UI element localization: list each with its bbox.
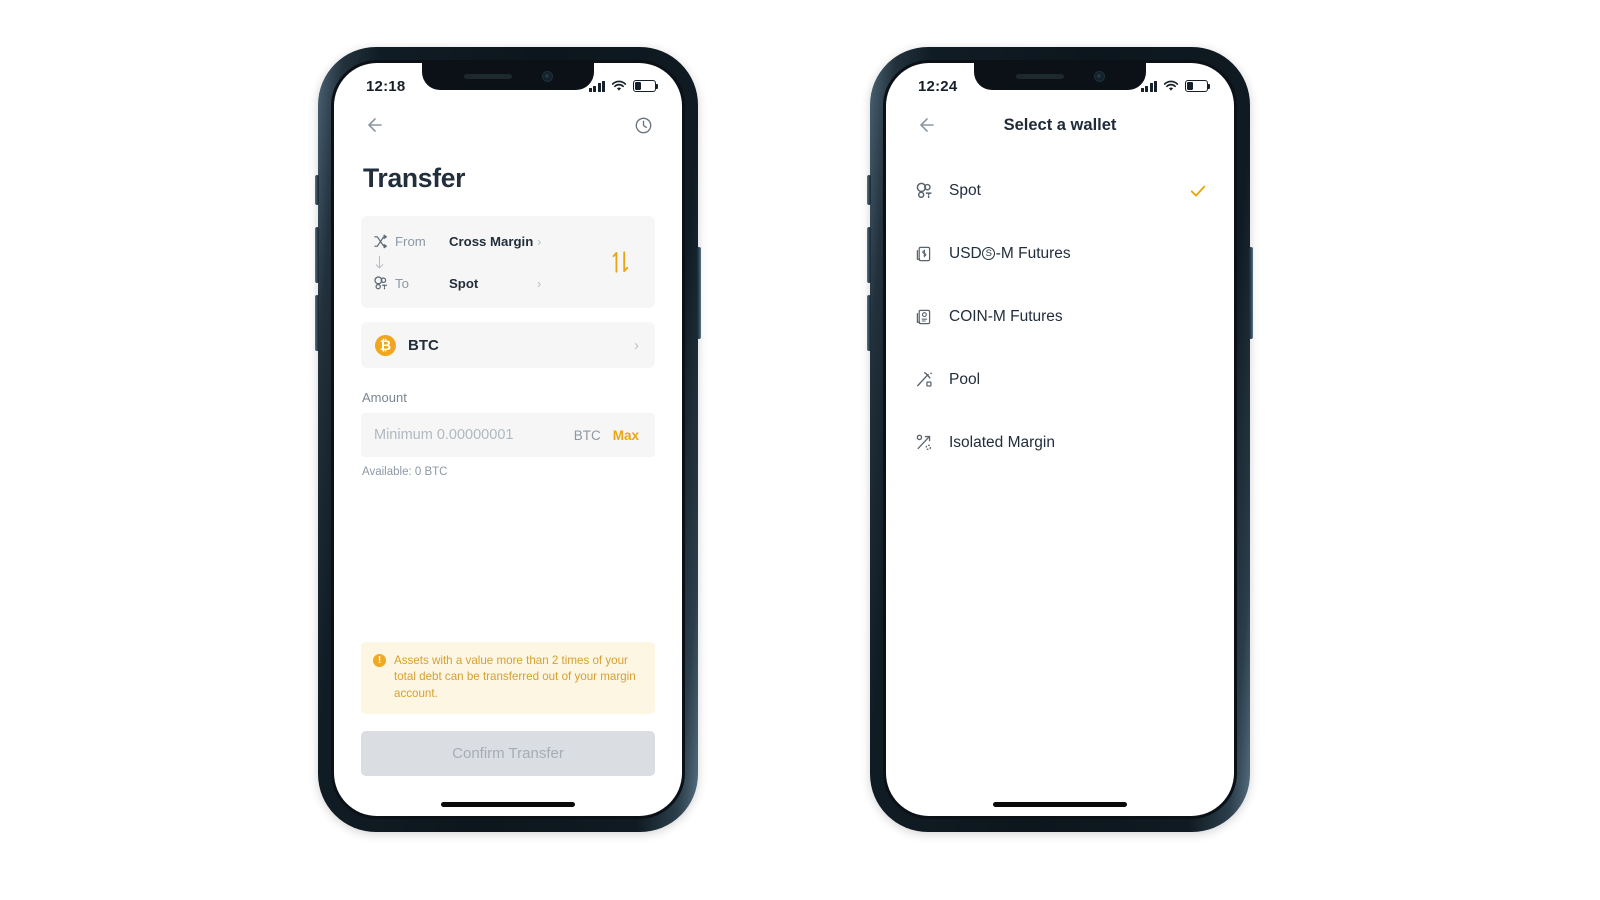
confirm-transfer-button[interactable]: Confirm Transfer [361,731,655,776]
battery-icon [1185,80,1211,92]
wallet-label: USD S -M Futures [949,245,1208,263]
amount-input-box: BTC Max [361,413,655,457]
amount-label: Amount [362,390,407,405]
select-wallet-screen: 12:24 Select a wallet Spot USD S -M Futu… [886,63,1234,816]
btc-coin-icon: ₿ [375,334,396,356]
screenshot-canvas: 12:18 Transfer From Cross Margin › To Sp… [0,0,1600,900]
usd-futures-icon [913,243,935,265]
direction-arrow-row [373,252,603,272]
phone-bezel: 12:18 Transfer From Cross Margin › To Sp… [331,60,685,819]
battery-icon [633,80,659,92]
chevron-right-icon: › [537,233,542,249]
from-label: From [395,233,426,249]
nav-bar-right: Select a wallet [886,103,1234,147]
status-bar: 12:18 [334,63,682,103]
signal-bars-icon [1140,80,1157,92]
wallet-item-pool[interactable]: Pool [886,348,1234,411]
arrow-down-icon [373,255,395,270]
power-button[interactable] [1249,247,1253,339]
wallet-label-prefix: USD [949,244,982,262]
wallet-item-coin-m-futures[interactable]: COIN-M Futures [886,285,1234,348]
status-time: 12:24 [918,77,958,95]
coin-name: BTC [408,336,439,354]
transfer-page: Transfer From Cross Margin › To Spot › ₿… [334,163,682,478]
wallet-item-usd-m-futures[interactable]: USD S -M Futures [886,222,1234,285]
chevron-right-icon: › [537,275,542,291]
circled-s-icon: S [982,247,996,260]
status-bar: 12:24 [886,63,1234,103]
warning-text: Assets with a value more than 2 times of… [394,653,636,700]
chevron-right-icon: › [634,336,639,354]
isolated-margin-icon [913,432,935,454]
spot-circles-icon [373,275,395,291]
to-label: To [395,275,409,291]
home-indicator [993,802,1127,807]
phone-device-right: 12:24 Select a wallet Spot USD S -M Futu… [867,47,1253,832]
margin-warning-banner: ! Assets with a value more than 2 times … [361,641,655,714]
wallet-label: Isolated Margin [949,433,1055,451]
home-indicator [441,802,575,807]
wallet-item-spot[interactable]: Spot [886,159,1234,222]
cross-margin-shuffle-icon [373,234,395,249]
spot-circles-icon [913,180,935,202]
status-time: 12:18 [366,77,406,95]
amount-unit: BTC [573,427,601,443]
to-value: Spot [449,275,479,291]
wifi-icon [611,80,627,91]
silent-switch[interactable] [315,175,319,205]
wallet-label: Spot [949,181,981,199]
volume-down-button[interactable] [867,295,871,351]
selected-check-icon [1188,181,1208,201]
pool-pickaxe-icon [913,369,935,391]
transfer-screen: 12:18 Transfer From Cross Margin › To Sp… [334,63,682,816]
wallet-list: Spot USD S -M Futures COIN-M Futures Poo… [886,147,1234,474]
signal-bars-icon [588,80,605,92]
power-button[interactable] [697,247,701,339]
phone-bezel: 12:24 Select a wallet Spot USD S -M Futu… [883,60,1237,819]
volume-down-button[interactable] [315,295,319,351]
transfer-direction-card: From Cross Margin › To Spot › [361,216,655,308]
coin-selector-row[interactable]: ₿ BTC › [361,322,655,368]
transfer-from-row[interactable]: From Cross Margin › [373,230,603,252]
status-icons [1140,80,1211,92]
from-value: Cross Margin [449,233,534,249]
wifi-icon [1163,80,1179,91]
max-button[interactable]: Max [613,428,639,443]
status-icons [588,80,659,92]
back-arrow-icon[interactable] [360,112,386,138]
warning-icon: ! [373,653,386,667]
swap-direction-button[interactable] [603,250,637,274]
bottom-action-area: ! Assets with a value more than 2 times … [334,641,682,816]
transfer-to-row[interactable]: To Spot › [373,272,603,294]
coin-futures-icon [913,306,935,328]
wallet-label-suffix: -M Futures [995,244,1071,262]
nav-bar-left [334,103,682,147]
available-balance: Available: 0 BTC [362,466,448,478]
phone-device-left: 12:18 Transfer From Cross Margin › To Sp… [315,47,701,832]
wallet-label: COIN-M Futures [949,307,1063,325]
back-arrow-icon[interactable] [912,112,938,138]
amount-input[interactable] [374,427,574,443]
history-clock-icon[interactable] [630,112,656,138]
silent-switch[interactable] [867,175,871,205]
volume-up-button[interactable] [867,227,871,283]
page-title: Transfer [363,163,466,193]
wallet-label: Pool [949,370,981,388]
wallet-item-isolated-margin[interactable]: Isolated Margin [886,411,1234,474]
volume-up-button[interactable] [315,227,319,283]
page-title: Select a wallet [1003,115,1117,134]
